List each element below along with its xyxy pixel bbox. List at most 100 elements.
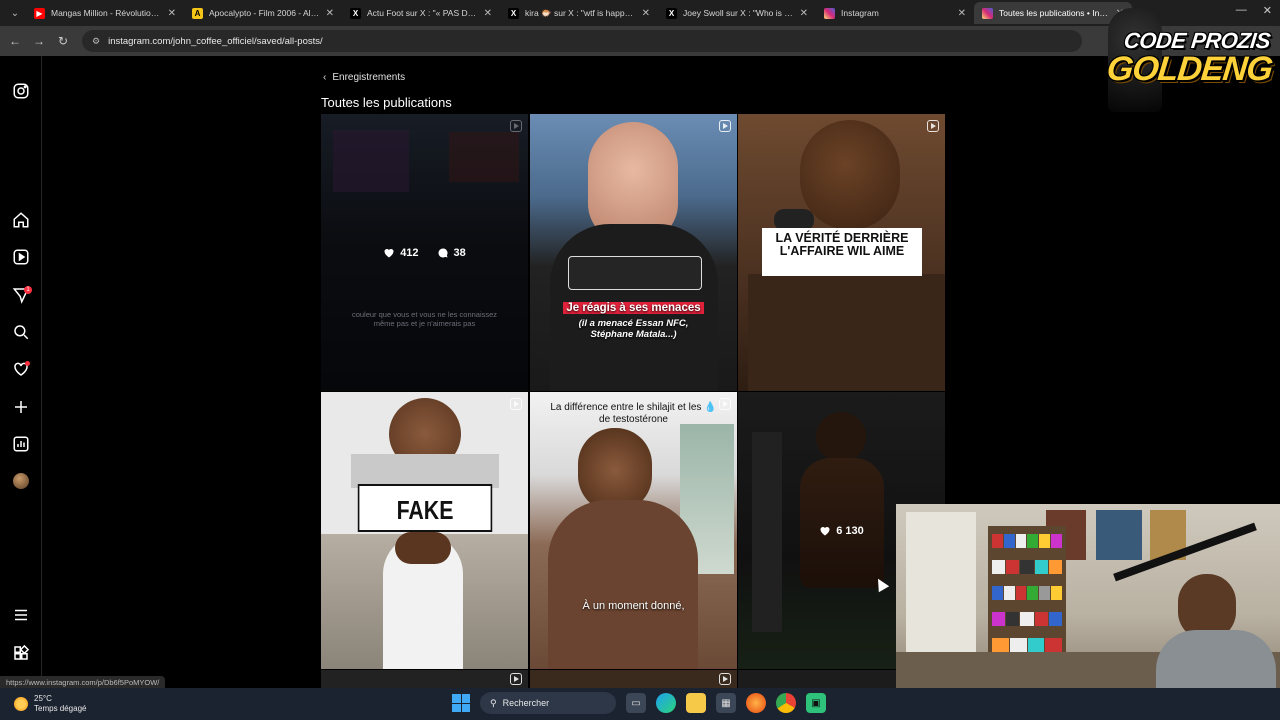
- reels-icon[interactable]: [10, 246, 32, 268]
- task-view-icon[interactable]: ▭: [626, 693, 646, 713]
- back-icon[interactable]: ←: [6, 32, 24, 50]
- browser-tab[interactable]: X kira 🐡 sur X : "wtf is happenin ✕: [500, 2, 658, 24]
- close-icon[interactable]: ✕: [326, 8, 334, 19]
- close-icon[interactable]: ✕: [484, 8, 492, 19]
- link-preview-status: https://www.instagram.com/p/Db6f5PoMYOW/: [0, 676, 166, 688]
- dashboard-icon[interactable]: [10, 433, 32, 455]
- post-tile[interactable]: La différence entre le shilajit et les 💧…: [530, 392, 737, 669]
- post-headline: FAKE NATTY ???: [357, 484, 493, 573]
- browser-tab[interactable]: A Apocalypto - Film 2006 - AlloC ✕: [184, 2, 342, 24]
- file-explorer-icon[interactable]: [686, 693, 706, 713]
- weather-widget[interactable]: 25°C Temps dégagé: [14, 694, 86, 714]
- post-subtitle: À un moment donné,: [582, 600, 685, 612]
- x-icon: X: [350, 7, 361, 19]
- x-icon: X: [508, 7, 519, 19]
- tab-title: kira 🐡 sur X : "wtf is happenin: [525, 7, 636, 18]
- site-info-icon[interactable]: ⚙: [92, 36, 100, 47]
- tshirt: [1156, 630, 1276, 688]
- close-icon[interactable]: ✕: [958, 8, 966, 19]
- chevron-left-icon: ‹: [323, 72, 327, 83]
- messages-icon[interactable]: 1: [10, 284, 32, 306]
- browser-toolbar: ← → ↻ ⚙ instagram.com/john_coffee_offici…: [0, 26, 1280, 56]
- home-icon[interactable]: [10, 209, 32, 231]
- weather-text: 25°C Temps dégagé: [34, 694, 86, 714]
- shirt: [748, 274, 945, 391]
- post-subline: (il a menacé Essan NFC, Stéphane Matala.…: [578, 318, 689, 340]
- notification-badge: 1: [24, 286, 32, 294]
- streamer: [1156, 574, 1276, 688]
- browser-tab[interactable]: X Actu Foot sur X : "« PAS DE DA ✕: [342, 2, 500, 24]
- brand-line-2: GOLDENG: [1105, 50, 1275, 88]
- app-icon[interactable]: ▣: [806, 693, 826, 713]
- post-tile[interactable]: Je réagis à ses menaces (il a menacé Ess…: [530, 114, 737, 391]
- taskbar-search[interactable]: ⚲ Rechercher: [480, 692, 616, 714]
- comment-count: 38: [437, 247, 466, 259]
- heart-icon: [820, 526, 830, 535]
- close-icon[interactable]: ✕: [642, 8, 650, 19]
- like-count: 6 130: [819, 525, 864, 537]
- chrome-icon[interactable]: [776, 693, 796, 713]
- heart-icon[interactable]: [10, 358, 32, 380]
- tab-title: Toutes les publications • Instag: [999, 8, 1110, 18]
- back-to-saved-link[interactable]: ‹ Enregistrements: [323, 72, 405, 83]
- browser-tab[interactable]: ▶ Mangas Million - Révolution de ✕: [26, 2, 184, 24]
- taskbar-apps: ⚲ Rechercher ▭ ▦ ▣: [452, 692, 826, 714]
- post-headline-text: Je réagis à ses menaces: [563, 302, 704, 314]
- tab-title: Actu Foot sur X : "« PAS DE DA: [367, 8, 478, 18]
- tab-title: Apocalypto - Film 2006 - AlloC: [209, 8, 320, 18]
- post-tile[interactable]: 412 38 couleur que vous et vous ne les c…: [321, 114, 528, 391]
- instagram-logo-icon[interactable]: [10, 80, 32, 102]
- meta-apps-icon[interactable]: [10, 642, 32, 664]
- shirt: [351, 454, 499, 488]
- close-icon[interactable]: ✕: [800, 8, 808, 19]
- search-label: Rechercher: [502, 698, 550, 708]
- stream-brand-overlay: CODE PROZIS GOLDENG: [1102, 6, 1278, 114]
- menu-icon[interactable]: [10, 604, 32, 626]
- post-caption: couleur que vous et vous ne les connaiss…: [351, 310, 498, 328]
- create-icon[interactable]: [10, 396, 32, 418]
- search-icon: ⚲: [490, 697, 497, 708]
- search-icon[interactable]: [10, 321, 32, 343]
- edge-icon[interactable]: [656, 693, 676, 713]
- tab-title: Joey Swoll sur X : "Who is in th: [683, 8, 794, 18]
- page-title: Toutes les publications: [321, 95, 452, 110]
- post-headline: LA VÉRITÉ DERRIÈRE L'AFFAIRE WIL AIME: [762, 228, 922, 276]
- person-face: [800, 120, 900, 230]
- weather-condition: Temps dégagé: [34, 704, 87, 713]
- reel-icon: [510, 398, 522, 410]
- instagram-sidebar: 1: [0, 56, 42, 688]
- poster: [1096, 510, 1142, 560]
- store-icon[interactable]: ▦: [716, 693, 736, 713]
- post-headline: La différence entre le shilajit et les 💧…: [550, 402, 717, 425]
- url-text: instagram.com/john_coffee_officiel/saved…: [108, 35, 323, 47]
- tab-search-icon[interactable]: ⌄: [4, 2, 26, 24]
- post-tile[interactable]: FAKE NATTY ???: [321, 392, 528, 669]
- instagram-icon: [824, 7, 835, 19]
- sun-icon: [14, 697, 28, 711]
- close-icon[interactable]: ✕: [168, 8, 176, 19]
- post-tile[interactable]: [321, 670, 528, 688]
- activity-dot: [25, 361, 30, 366]
- post-tile[interactable]: LA VÉRITÉ DERRIÈRE L'AFFAIRE WIL AIME: [738, 114, 945, 391]
- browser-tab-bar: ⌄ ▶ Mangas Million - Révolution de ✕ A A…: [0, 0, 1280, 26]
- like-count: 412: [383, 247, 419, 259]
- windows-taskbar: 25°C Temps dégagé ⚲ Rechercher ▭ ▦ ▣: [0, 688, 1280, 720]
- address-bar[interactable]: ⚙ instagram.com/john_coffee_officiel/sav…: [82, 30, 1082, 52]
- forward-icon[interactable]: →: [30, 32, 48, 50]
- browser-tab[interactable]: X Joey Swoll sur X : "Who is in th ✕: [658, 2, 816, 24]
- person-face: [395, 532, 451, 564]
- avatar: [13, 473, 29, 489]
- firefox-icon[interactable]: [746, 693, 766, 713]
- back-label: Enregistrements: [332, 72, 406, 83]
- post-tile[interactable]: [738, 670, 896, 688]
- post-headline: Je réagis à ses menaces: [530, 302, 737, 314]
- browser-tab[interactable]: Instagram ✕: [816, 2, 974, 24]
- reload-icon[interactable]: ↻: [54, 32, 72, 50]
- instagram-icon: [982, 7, 993, 19]
- audio-waveform-card: [568, 256, 702, 290]
- windows-start-icon[interactable]: [452, 694, 470, 712]
- post-tile[interactable]: [530, 670, 737, 688]
- x-icon: X: [666, 7, 677, 19]
- profile-avatar[interactable]: [10, 470, 32, 492]
- allocine-icon: A: [192, 7, 203, 19]
